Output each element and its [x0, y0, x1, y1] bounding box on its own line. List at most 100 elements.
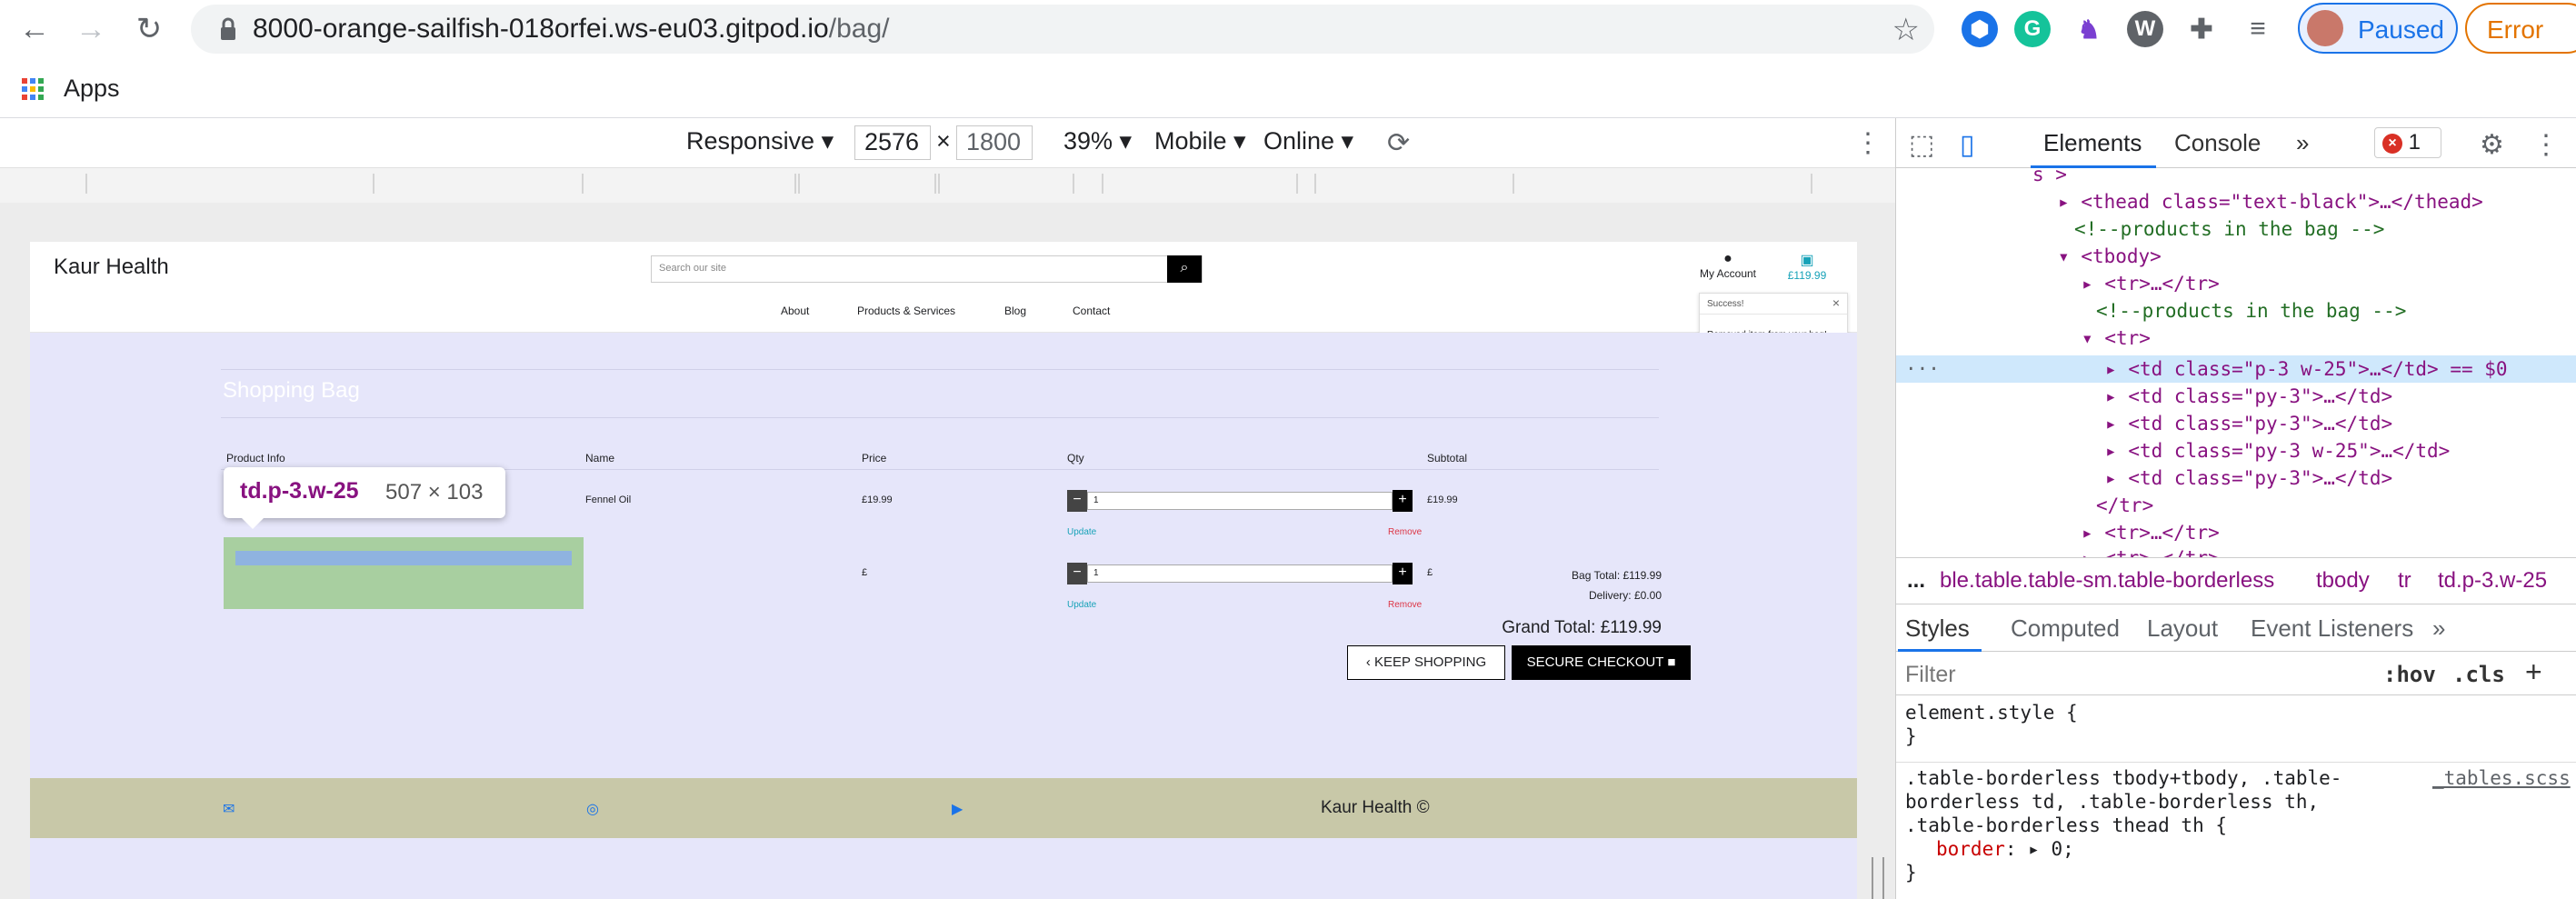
rule-selector[interactable]: .table-borderless thead th { — [1905, 813, 2227, 838]
search-placeholder: Search our site — [659, 263, 726, 274]
quantity-stepper[interactable]: − 1 + — [1067, 490, 1413, 512]
breadcrumb-table[interactable]: ble.table.table-sm.table-borderless — [1940, 568, 2274, 594]
more-tabs-icon[interactable]: » — [2296, 129, 2309, 157]
search-icon[interactable]: ⌕ — [1167, 255, 1202, 283]
wordpress-icon[interactable]: W — [2127, 11, 2163, 47]
url-text[interactable]: 8000-orange-sailfish-018orfei.ws-eu03.gi… — [253, 14, 889, 45]
breadcrumb-more[interactable]: ... — [1907, 568, 1925, 594]
resize-handle[interactable] — [1872, 857, 1884, 899]
node-actions-icon[interactable]: ··· — [1905, 355, 1940, 383]
dom-line[interactable]: ▸ <td class="py-3">…</td> — [2105, 410, 2392, 437]
instagram-icon[interactable]: ◎ — [586, 800, 599, 818]
zoom-select[interactable]: 39% ▾ — [1063, 127, 1132, 155]
more-options-icon[interactable]: ⋮ — [1854, 127, 1882, 159]
rule-source-link[interactable]: _tables.scss — [2432, 765, 2571, 791]
tab-event-listeners[interactable]: Event Listeners — [2251, 614, 2413, 643]
reload-icon[interactable]: ↻ — [129, 9, 169, 49]
dom-line-selected[interactable]: ▸ <td class="p-3 w-25">…</td> == $0 — [2105, 355, 2508, 383]
nav-about[interactable]: About — [781, 305, 809, 317]
quantity-stepper[interactable]: − 1 + — [1067, 563, 1413, 584]
device-toggle-icon[interactable]: ▯ — [1960, 129, 1975, 161]
apps-icon[interactable] — [22, 78, 44, 100]
update-link[interactable]: Update — [1067, 600, 1096, 610]
dom-comment[interactable]: <!--products in the bag --> — [2096, 297, 2406, 325]
update-link[interactable]: Update — [1067, 527, 1096, 537]
site-header: Kaur Health Search our site ⌕ ● My Accou… — [30, 242, 1857, 353]
dom-line[interactable]: ▾ <tbody> — [2058, 243, 2162, 270]
tab-styles[interactable]: Styles — [1905, 614, 1970, 643]
height-input[interactable]: 1800 — [956, 125, 1033, 160]
responsive-select[interactable]: Responsive ▾ — [686, 127, 834, 155]
rule-selector[interactable]: borderless td, .table-borderless th, — [1905, 789, 2319, 814]
secure-checkout-button[interactable]: SECURE CHECKOUT ■ — [1512, 645, 1691, 680]
rotate-icon[interactable]: ⟳ — [1387, 127, 1410, 159]
site-logo[interactable]: Kaur Health — [54, 255, 169, 280]
address-bar[interactable]: 8000-orange-sailfish-018orfei.ws-eu03.gi… — [191, 5, 1934, 54]
breadcrumb-tbody[interactable]: tbody — [2316, 568, 2370, 594]
breadcrumb-td[interactable]: td.p-3.w-25 — [2438, 568, 2547, 594]
rule-selector[interactable]: .table-borderless tbody+tbody, .table- — [1905, 765, 2341, 791]
apps-link[interactable]: Apps — [64, 75, 120, 103]
dom-line[interactable]: ▸ <tr>…</tr> — [2082, 270, 2220, 297]
grammarly-icon[interactable]: G — [2014, 11, 2051, 47]
decrement-button[interactable]: − — [1067, 563, 1087, 584]
back-icon[interactable]: ← — [15, 9, 55, 49]
tab-elements[interactable]: Elements — [2043, 129, 2142, 157]
email-icon[interactable]: ✉ — [223, 800, 235, 818]
error-counter[interactable]: × 1 — [2374, 127, 2441, 158]
dom-line[interactable]: ▸ <td class="py-3">…</td> — [2105, 383, 2392, 410]
dom-line[interactable]: ▸ <tr>…</tr> — [2082, 544, 2220, 557]
increment-button[interactable]: + — [1393, 490, 1413, 512]
dom-line[interactable]: ▸ <td class="py-3">…</td> — [2105, 464, 2392, 492]
increment-button[interactable]: + — [1393, 563, 1413, 584]
star-icon[interactable]: ☆ — [1892, 12, 1920, 48]
dom-comment[interactable]: <!--products in the bag --> — [2074, 215, 2384, 243]
dom-tree[interactable]: s > ▸ <thead class="text-black">…</thead… — [1896, 168, 2576, 557]
more-tabs-icon[interactable]: » — [2432, 614, 2445, 643]
tab-console[interactable]: Console — [2174, 129, 2261, 157]
decrement-button[interactable]: − — [1067, 490, 1087, 512]
nav-contact[interactable]: Contact — [1073, 305, 1110, 317]
nav-blog[interactable]: Blog — [1004, 305, 1026, 317]
dom-line[interactable]: ▸ <thead class="text-black">…</thead> — [2058, 188, 2483, 215]
profile-button[interactable]: Paused — [2298, 3, 2458, 54]
gear-icon[interactable]: ⚙ — [2480, 129, 2504, 161]
media-icon[interactable]: ≡ — [2240, 11, 2276, 47]
device-type-select[interactable]: Mobile ▾ — [1154, 127, 1246, 155]
my-account-link[interactable]: ● My Account — [1693, 251, 1762, 280]
css-declaration[interactable]: border: ▸ 0; — [1936, 836, 2074, 862]
cls-toggle[interactable]: .cls — [2452, 662, 2505, 687]
filter-input[interactable]: Filter — [1905, 662, 1956, 688]
tab-layout[interactable]: Layout — [2147, 614, 2218, 643]
extensions-icon[interactable]: ✚ — [2183, 11, 2220, 47]
quantity-input[interactable]: 1 — [1087, 564, 1393, 583]
unicorn-extension-icon[interactable]: ♞ — [2071, 11, 2107, 47]
lock-icon[interactable] — [220, 17, 236, 41]
extension-shield-icon[interactable]: ⬢ — [1962, 11, 1998, 47]
row-1-price: £19.99 — [862, 494, 893, 505]
youtube-icon[interactable]: ▶ — [952, 800, 963, 818]
remove-link[interactable]: Remove — [1388, 527, 1422, 537]
error-button[interactable]: Error — [2465, 3, 2576, 54]
remove-link[interactable]: Remove — [1388, 600, 1422, 610]
inspect-icon[interactable]: ⬚ — [1909, 129, 1934, 161]
nav-products-services[interactable]: Products & Services — [857, 305, 955, 317]
width-input[interactable]: 2576 — [854, 125, 931, 160]
media-query-ruler[interactable] — [0, 168, 1895, 203]
dom-line[interactable]: ▾ <tr> — [2082, 325, 2151, 352]
new-style-rule-icon[interactable]: + — [2525, 655, 2542, 689]
more-options-icon[interactable]: ⋮ — [2532, 129, 2560, 161]
search-input[interactable]: Search our site ⌕ — [651, 255, 1203, 283]
dom-line[interactable]: </tr> — [2096, 492, 2153, 519]
tab-computed[interactable]: Computed — [2011, 614, 2120, 643]
quantity-input[interactable]: 1 — [1087, 492, 1393, 510]
element-style-rule[interactable]: element.style { — [1905, 700, 2078, 725]
dom-line[interactable]: ▸ <tr>…</tr> — [2082, 519, 2220, 546]
bag-link[interactable]: ▣ £119.99 — [1775, 251, 1839, 282]
dom-line[interactable]: ▸ <td class="py-3 w-25">…</td> — [2105, 437, 2450, 464]
forward-icon[interactable]: → — [71, 9, 111, 49]
hov-toggle[interactable]: :hov — [2383, 662, 2436, 687]
breadcrumb-tr[interactable]: tr — [2398, 568, 2411, 594]
keep-shopping-button[interactable]: ‹ KEEP SHOPPING — [1347, 645, 1505, 680]
throttling-select[interactable]: Online ▾ — [1263, 127, 1353, 155]
